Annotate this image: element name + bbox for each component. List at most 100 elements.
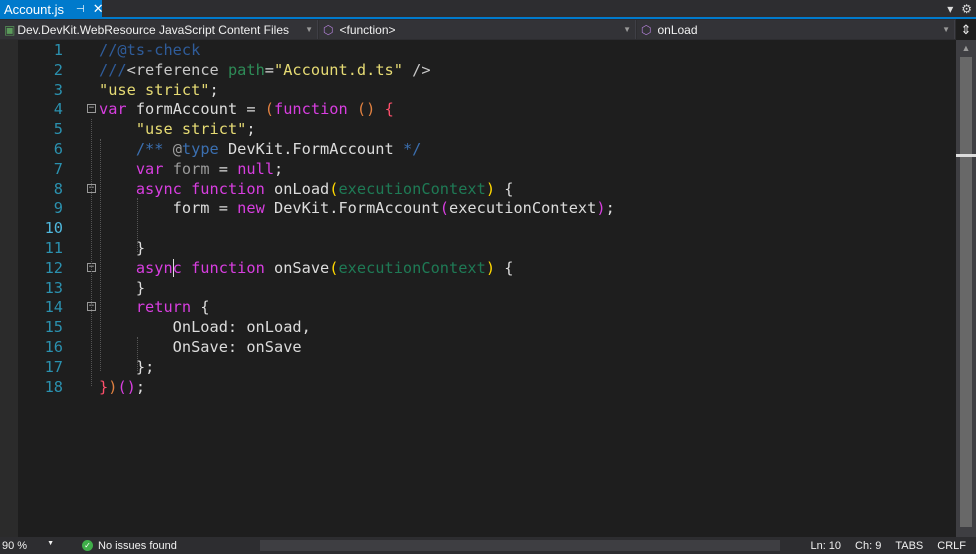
line-indicator[interactable]: Ln: 10 bbox=[810, 540, 841, 552]
indent-guide bbox=[91, 119, 92, 387]
check-icon: ✓ bbox=[82, 540, 93, 551]
code-line[interactable]: })(); bbox=[99, 377, 145, 397]
code-token: new bbox=[237, 199, 265, 218]
code-line[interactable]: ///<reference path="Account.d.ts" /> bbox=[99, 60, 431, 80]
code-token: } bbox=[99, 239, 146, 257]
line-ending[interactable]: CRLF bbox=[937, 540, 966, 552]
cube-icon: ⬡ bbox=[323, 22, 334, 37]
line-number: 8 bbox=[53, 179, 63, 198]
code-token: // bbox=[99, 41, 118, 59]
code-line[interactable]: OnSave: onSave bbox=[99, 337, 302, 357]
line-number: 5 bbox=[53, 120, 63, 139]
code-line[interactable]: /** @type DevKit.FormAccount */ bbox=[99, 139, 422, 159]
code-line[interactable]: } bbox=[99, 238, 145, 258]
code-token: } bbox=[99, 377, 109, 396]
code-token: () bbox=[117, 377, 136, 396]
horizontal-scrollbar[interactable] bbox=[260, 540, 780, 551]
vertical-scrollbar[interactable]: ▲ bbox=[956, 40, 976, 537]
code-token: async function bbox=[135, 179, 265, 198]
status-bar: 90 % ▼ ✓ No issues found Ln: 10 Ch: 9 TAB… bbox=[0, 537, 976, 554]
code-token: OnSave: onSave bbox=[99, 338, 302, 356]
line-number: 4 bbox=[53, 100, 63, 119]
line-number: 17 bbox=[44, 357, 63, 376]
code-token: formAccount = bbox=[126, 100, 265, 119]
chevron-down-icon: ▼ bbox=[942, 25, 950, 34]
scroll-up-icon[interactable]: ▲ bbox=[956, 43, 976, 53]
navigation-bar: ▣ Dev.DevKit.WebResource JavaScript Cont… bbox=[0, 19, 976, 40]
code-token: { bbox=[384, 100, 394, 119]
code-token: () bbox=[356, 100, 376, 119]
line-number: 9 bbox=[53, 199, 63, 218]
pin-icon[interactable]: ⊣ bbox=[76, 4, 85, 15]
code-line[interactable]: "use strict"; bbox=[99, 80, 219, 100]
tab-dropdown-icon[interactable]: ▾ bbox=[947, 2, 953, 16]
code-token: ) bbox=[596, 199, 606, 218]
code-line[interactable]: async function onSave(executionContext) … bbox=[99, 258, 514, 278]
code-token: { bbox=[191, 298, 210, 317]
code-token: DevKit.FormAccount bbox=[264, 199, 440, 218]
code-token: /** bbox=[135, 140, 173, 158]
code-token: "use strict" bbox=[99, 80, 210, 99]
scrollbar-thumb[interactable] bbox=[960, 57, 972, 527]
code-line[interactable]: async function onLoad(executionContext) … bbox=[99, 179, 514, 199]
scope-dropdown[interactable]: ⬡ <function> ▼ bbox=[319, 20, 636, 39]
code-token: @ts-check bbox=[117, 41, 201, 59]
line-number: 10 bbox=[44, 219, 63, 238]
project-label: Dev.DevKit.WebResource JavaScript Conten… bbox=[17, 22, 290, 37]
code-token: onSave bbox=[264, 258, 330, 277]
caret-position-marker bbox=[956, 154, 976, 157]
tab-bar: Account.js ⊣ ✕ ▾ ⚙ bbox=[0, 0, 976, 18]
close-icon[interactable]: ✕ bbox=[93, 1, 104, 17]
code-token: } bbox=[99, 357, 146, 376]
code-editor[interactable]: 1//@ts-check 2///<reference path="Account… bbox=[0, 40, 956, 537]
member-dropdown[interactable]: ⬡ onLoad ▼ bbox=[637, 20, 955, 39]
zoom-level: 90 % bbox=[2, 539, 28, 552]
code-line[interactable]: var form = null; bbox=[99, 159, 283, 179]
code-token: form bbox=[172, 159, 210, 178]
code-token: var bbox=[99, 100, 127, 119]
line-number: 14 bbox=[44, 298, 63, 317]
code-token: var bbox=[135, 159, 164, 178]
code-token: path bbox=[227, 60, 265, 79]
indent-mode[interactable]: TABS bbox=[895, 540, 923, 552]
code-token: /> bbox=[402, 60, 431, 79]
code-token: function bbox=[274, 100, 348, 119]
code-line[interactable]: "use strict"; bbox=[99, 119, 256, 139]
scope-label: <function> bbox=[339, 22, 396, 37]
text-caret bbox=[173, 259, 174, 277]
collapse-icon[interactable]: − bbox=[87, 104, 96, 114]
chevron-down-icon: ▼ bbox=[623, 25, 631, 34]
code-line[interactable]: return { bbox=[99, 297, 210, 317]
line-number: 12 bbox=[44, 258, 63, 277]
code-token: */ bbox=[402, 140, 422, 158]
code-token: = bbox=[264, 60, 275, 79]
tab-title: Account.js bbox=[4, 1, 64, 17]
code-line[interactable]: var formAccount = (function () { bbox=[99, 99, 394, 119]
indent-guide bbox=[100, 139, 101, 371]
project-dropdown[interactable]: ▣ Dev.DevKit.WebResource JavaScript Cont… bbox=[0, 20, 318, 39]
code-token: executionContext bbox=[338, 179, 486, 198]
code-token: ( bbox=[439, 199, 449, 218]
gear-icon[interactable]: ⚙ bbox=[961, 2, 972, 16]
code-line[interactable]: OnLoad: onLoad, bbox=[99, 317, 311, 337]
project-icon: ▣ bbox=[4, 22, 16, 37]
code-token: @ bbox=[172, 140, 182, 158]
code-token: { bbox=[495, 258, 514, 277]
zoom-dropdown[interactable]: 90 % ▼ bbox=[0, 540, 60, 552]
tab-account-js[interactable]: Account.js ⊣ ✕ bbox=[0, 0, 104, 18]
line-number: 6 bbox=[53, 140, 63, 158]
code-line[interactable]: form = new DevKit.FormAccount(executionC… bbox=[99, 198, 615, 218]
split-window-icon[interactable]: ⇕ bbox=[956, 19, 976, 40]
code-line[interactable]: } bbox=[99, 278, 145, 298]
column-indicator[interactable]: Ch: 9 bbox=[855, 540, 881, 552]
code-token: executionContext bbox=[449, 199, 597, 218]
issues-indicator[interactable]: ✓ No issues found bbox=[82, 540, 177, 552]
code-token: ) bbox=[485, 258, 496, 277]
code-line[interactable]: }; bbox=[99, 357, 154, 377]
code-line[interactable]: //@ts-check bbox=[99, 40, 200, 60]
issues-label: No issues found bbox=[98, 539, 177, 552]
